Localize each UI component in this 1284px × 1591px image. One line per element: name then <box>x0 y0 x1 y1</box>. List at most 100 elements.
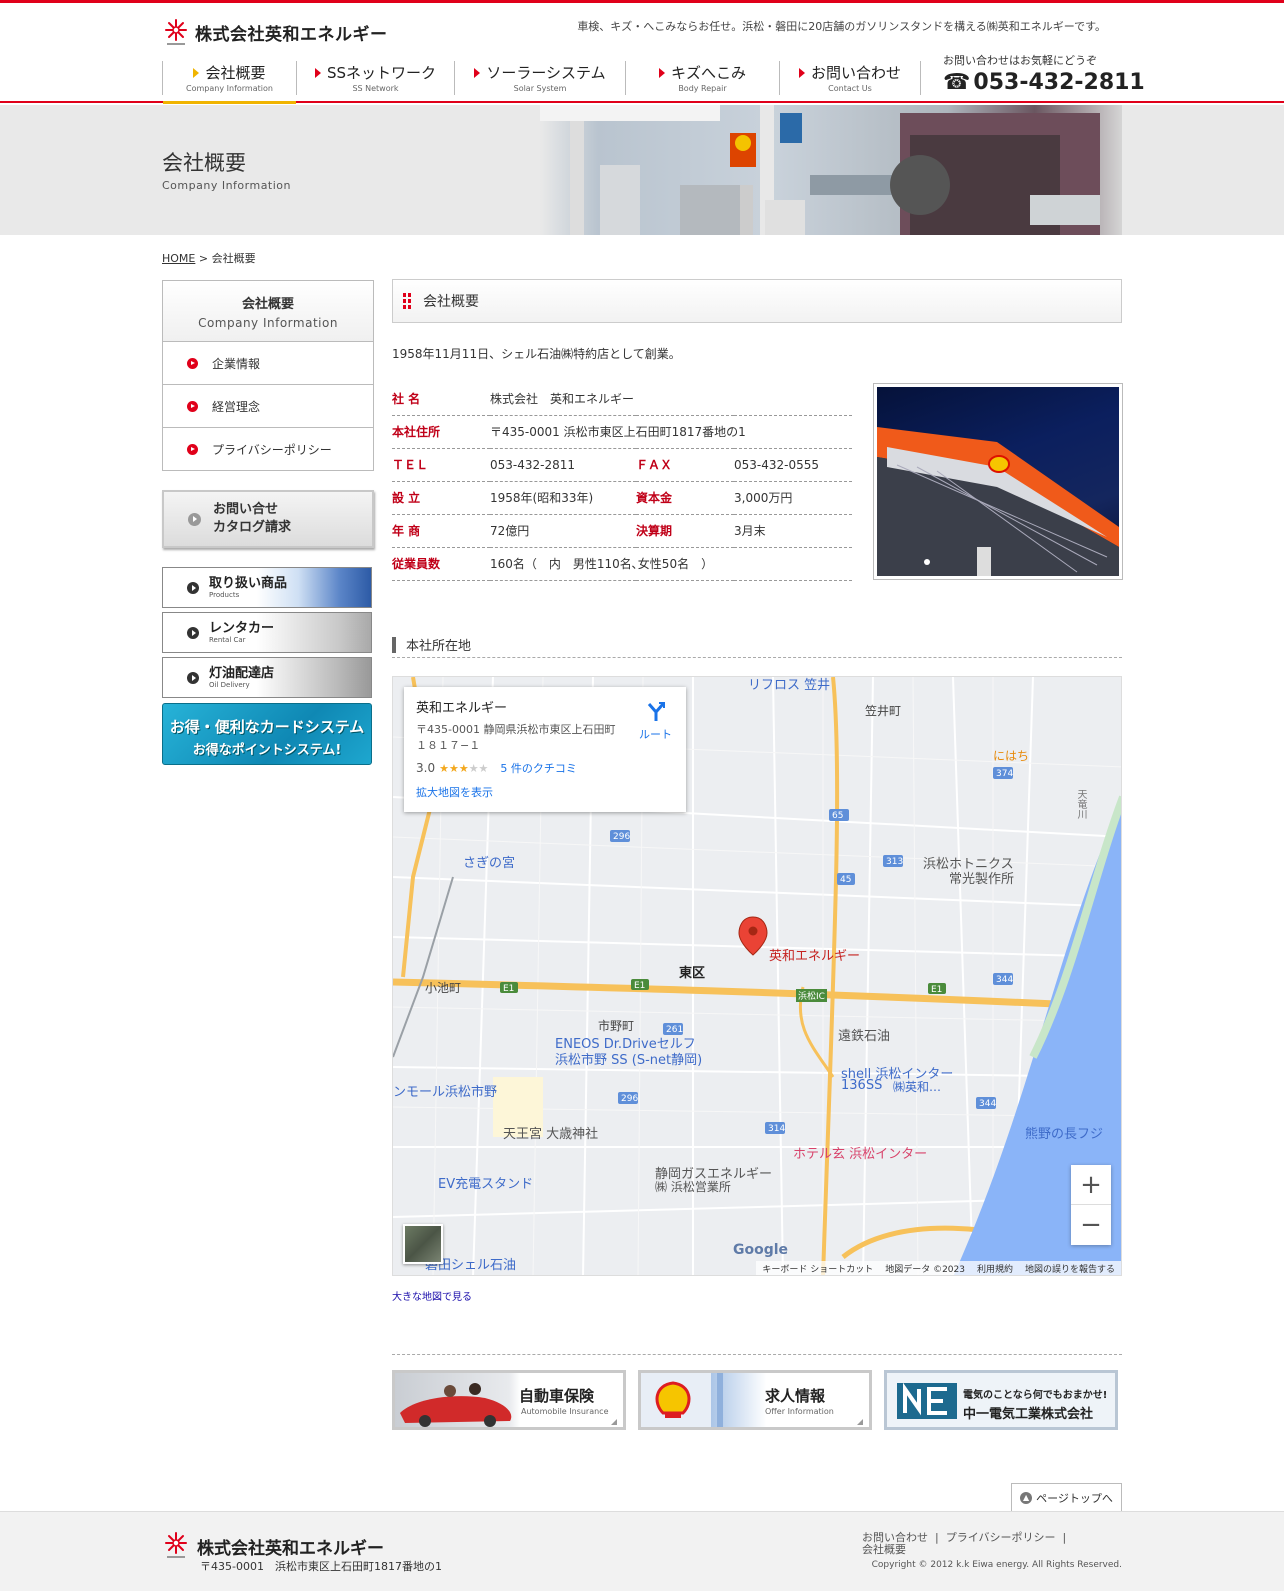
nav-contact[interactable]: お問い合わせ Contact Us <box>779 61 921 95</box>
satellite-toggle[interactable] <box>403 1224 443 1264</box>
separator: | <box>1062 1531 1067 1544</box>
info-label: ＴＥＬ <box>392 448 490 482</box>
breadcrumb-home[interactable]: HOME <box>162 252 195 265</box>
card-banner-line-2: お得なポイントシステム! <box>192 743 342 758</box>
svg-text:344: 344 <box>979 1099 996 1109</box>
nav-company[interactable]: 会社概要 Company Information <box>162 61 296 104</box>
banner-rental-car[interactable]: レンタカー Rental Car <box>162 612 372 653</box>
svg-text:313: 313 <box>886 857 903 867</box>
info-value: 株式会社 英和エネルギー <box>490 382 852 416</box>
heading-bars-icon <box>403 293 411 309</box>
google-logo: Google <box>733 1242 789 1258</box>
banner-products[interactable]: 取り扱い商品 Products <box>162 567 372 608</box>
banner-title: 求人情報 <box>765 1387 826 1405</box>
hero-title-en: Company Information <box>162 179 292 192</box>
enlarge-map-link[interactable]: 拡大地図を表示 <box>416 784 674 800</box>
footer-link-company[interactable]: 会社概要 <box>862 1543 906 1556</box>
sidebar-item-label: 企業情報 <box>212 356 261 371</box>
plus-icon: + <box>1080 1169 1102 1200</box>
big-map-link[interactable]: 大きな地図で見る <box>392 1288 472 1303</box>
nav-ss-network[interactable]: SSネットワーク SS Network <box>296 61 454 95</box>
map-label: 笠井町 <box>865 704 902 718</box>
keyboard-shortcuts-link[interactable]: キーボード ショートカット <box>762 1262 873 1275</box>
separator: | <box>935 1531 939 1544</box>
banner-subtitle: Automobile Insurance <box>521 1407 609 1416</box>
sidebar-item-privacy[interactable]: プライバシーポリシー <box>162 428 374 471</box>
reviews-link[interactable]: 5 件のクチコミ <box>500 760 577 776</box>
info-value: 1958年(昭和33年) <box>490 481 636 515</box>
table-row: 本社住所 〒435-0001 浜松市東区上石田町1817番地の1 <box>392 415 852 449</box>
section-title: 会社概要 <box>423 294 479 310</box>
svg-text:296: 296 <box>621 1094 638 1104</box>
banner-recruit[interactable]: 求人情報 Offer Information <box>638 1370 872 1430</box>
contact-catalog-button[interactable]: お問い合せ カタログ請求 <box>162 490 374 548</box>
banner-auto-insurance[interactable]: 自動車保険 Automobile Insurance <box>392 1370 626 1430</box>
report-error-link[interactable]: 地図の誤りを報告する <box>1025 1262 1115 1275</box>
zoom-in-button[interactable]: + <box>1071 1165 1111 1205</box>
map-label: にはち <box>993 749 1030 763</box>
google-map[interactable]: 296 65 313 45 374 344 344 E1 E1 E1 296 2… <box>392 676 1122 1276</box>
map-label: 熊野の長フジ <box>1025 1127 1104 1142</box>
contact-button-text: お問い合せ カタログ請求 <box>213 501 291 537</box>
contact-line-2: カタログ請求 <box>213 520 292 535</box>
nav-label: お問い合わせ <box>810 64 901 82</box>
banner-chuichi-electric[interactable]: 電気のことなら何でもおまかせ! 中一電気工業株式会社 <box>884 1370 1118 1430</box>
terms-link[interactable]: 利用規約 <box>977 1262 1013 1275</box>
zoom-out-button[interactable]: − <box>1071 1205 1111 1245</box>
play-arrow-icon <box>187 581 199 594</box>
svg-text:E1: E1 <box>931 985 942 995</box>
map-label: 天竜川 <box>1075 789 1086 819</box>
banner-title: レンタカー <box>209 620 275 636</box>
map-label: さぎの宮 <box>463 856 516 871</box>
banner-oil-delivery[interactable]: 灯油配達店 Oil Delivery <box>162 657 372 698</box>
place-rating: 3.0 ★★★★★ 5 件のクチコミ <box>416 760 674 776</box>
nav-body-repair[interactable]: キズへこみ Body Repair <box>625 61 779 95</box>
info-label: 年 商 <box>392 514 490 548</box>
arrow-right-icon <box>474 67 481 78</box>
banner-text: レンタカー Rental Car <box>209 620 275 644</box>
map-place-card: 英和エネルギー 〒435-0001 静岡県浜松市東区上石田町１８１７−１ 3.0… <box>404 687 686 812</box>
card-system-banner[interactable]: お得・便利なカードシステム お得なポイントシステム! <box>162 703 372 765</box>
nav-sublabel: Company Information <box>186 84 273 93</box>
arrow-right-icon <box>314 67 321 78</box>
site-header: 株式会社英和エネルギー 車検、キズ・へこみならお任せ。浜松・磐田に20店舗のガソ… <box>0 3 1284 104</box>
route-label: ルート <box>639 728 672 741</box>
info-label: 従業員数 <box>392 547 490 581</box>
route-button[interactable]: ルート <box>639 701 672 742</box>
nav-sublabel: Solar System <box>513 84 567 93</box>
banner-title: 灯油配達店 <box>209 665 275 681</box>
site-logo[interactable]: 株式会社英和エネルギー <box>163 17 388 47</box>
info-label: 設 立 <box>392 481 490 515</box>
sidebar-item-company-info[interactable]: 企業情報 <box>162 342 374 385</box>
tel-number[interactable]: 053-432-2811 <box>973 70 1144 95</box>
page-top-button[interactable]: ▲ ページトップへ <box>1011 1483 1122 1511</box>
banner-shell-image <box>641 1373 869 1427</box>
sidebar-heading-jp: 会社概要 <box>241 297 294 312</box>
breadcrumb-current: 会社概要 <box>211 252 256 265</box>
table-row: 年 商 72億円 決算期 3月末 <box>392 514 852 548</box>
sidebar-item-philosophy[interactable]: 経営理念 <box>162 385 374 428</box>
place-address: 〒435-0001 静岡県浜松市東区上石田町１８１７−１ <box>416 723 616 752</box>
play-arrow-icon <box>187 626 199 639</box>
sidebar-item-label: プライバシーポリシー <box>212 442 332 457</box>
map-label: 136SS <box>841 1078 883 1093</box>
nav-sublabel: Body Repair <box>678 84 727 93</box>
main-content: 会社概要 1958年11月11日、シェル石油㈱特約店として創業。 社 名 株式会… <box>392 279 1123 1303</box>
heading-bar-icon <box>392 636 396 653</box>
tel-note: お問い合わせはお気軽にどうぞ <box>943 54 1097 67</box>
footer-link-privacy[interactable]: プライバシーポリシー <box>946 1531 1056 1544</box>
info-label: ＦＡＸ <box>636 448 734 482</box>
arrow-right-icon <box>193 67 200 78</box>
section-heading: 会社概要 <box>392 279 1122 323</box>
bullet-arrow-icon <box>187 443 198 455</box>
nav-solar-system[interactable]: ソーラーシステム Solar System <box>454 61 625 95</box>
banner-subtitle: Rental Car <box>209 635 246 644</box>
bullet-arrow-icon <box>187 357 198 369</box>
hero-title-jp: 会社概要 <box>162 151 246 175</box>
banner-title: 自動車保険 <box>519 1387 595 1405</box>
map-pin-icon[interactable] <box>753 927 773 957</box>
card-banner-line-1: お得・便利なカードシステム <box>169 718 365 736</box>
banner-title: 電気のことなら何でもおまかせ! <box>963 1390 1108 1401</box>
table-row: 社 名 株式会社 英和エネルギー <box>392 382 852 416</box>
company-info-table: 社 名 株式会社 英和エネルギー 本社住所 〒435-0001 浜松市東区上石田… <box>392 382 852 581</box>
